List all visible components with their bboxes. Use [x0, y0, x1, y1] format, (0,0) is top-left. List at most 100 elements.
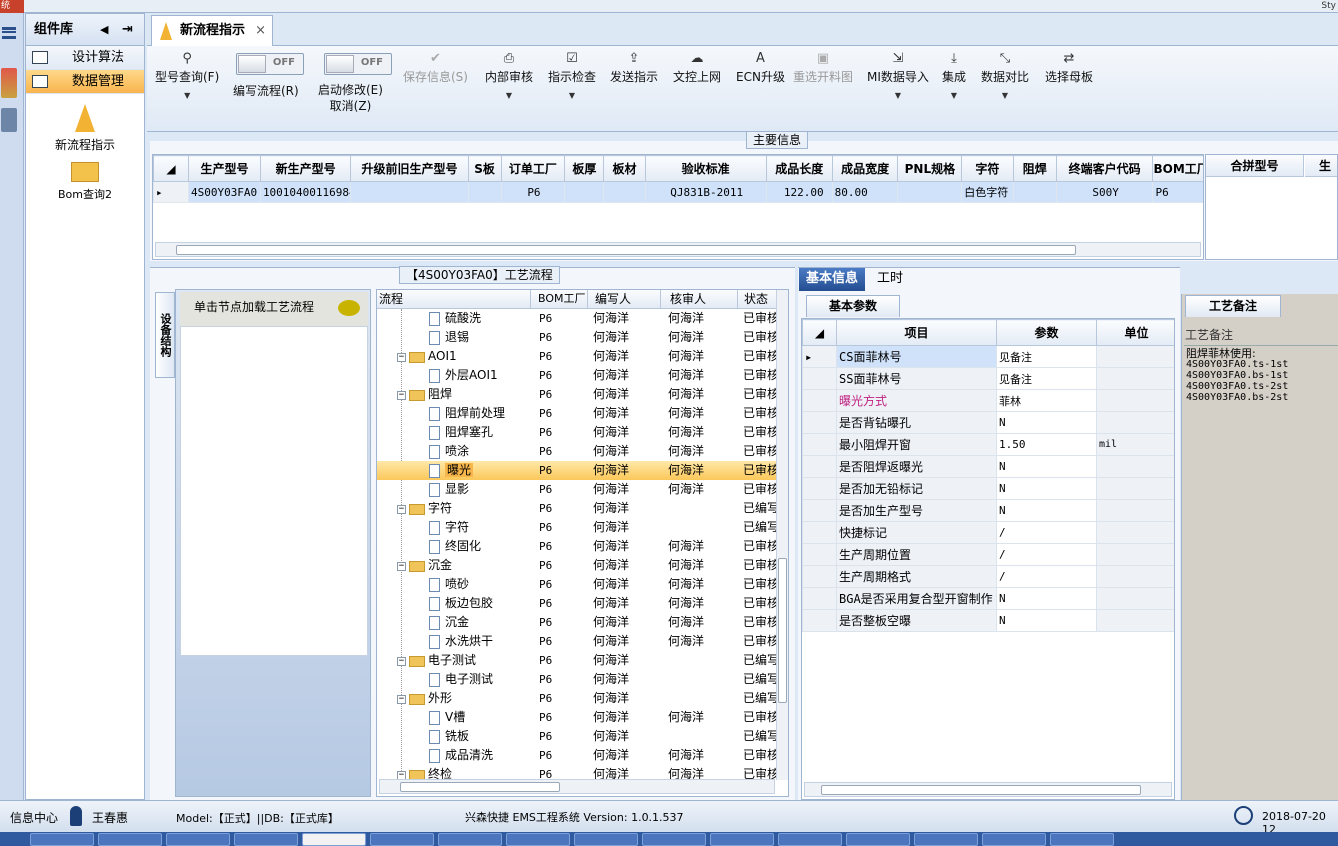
- table-cell[interactable]: QJ831B-2011: [644, 181, 767, 203]
- taskbar-button[interactable]: [778, 833, 842, 846]
- column-header[interactable]: BOM工厂: [532, 290, 588, 308]
- scroll-thumb[interactable]: [821, 785, 1141, 795]
- tree-item-row[interactable]: 显影 P6 何海洋 何海洋 已审核: [377, 480, 778, 499]
- tree-node[interactable]: 喷涂: [429, 442, 469, 461]
- tree-hscroll[interactable]: [379, 779, 775, 794]
- column-header[interactable]: 订单工厂: [500, 155, 566, 182]
- tab-process-remark[interactable]: 工艺备注: [1185, 295, 1281, 317]
- tree-item-row[interactable]: 曝光 P6 何海洋 何海洋 已审核: [377, 461, 778, 480]
- tree-node[interactable]: 显影: [429, 480, 469, 499]
- tree-node[interactable]: − AOI1: [397, 347, 457, 366]
- compare-button[interactable]: ⤡ 数据对比 ▼: [981, 50, 1029, 100]
- tree-node[interactable]: 水洗烘干: [429, 632, 493, 651]
- taskbar-button[interactable]: [982, 833, 1046, 846]
- column-header[interactable]: 单位: [1096, 319, 1174, 346]
- check-button[interactable]: ☑ 指示检查 ▼: [548, 50, 596, 100]
- table-cell[interactable]: [1012, 181, 1057, 203]
- tree-item-row[interactable]: 水洗烘干 P6 何海洋 何海洋 已审核: [377, 632, 778, 651]
- param-value[interactable]: /: [996, 521, 1097, 544]
- collapse-left-icon[interactable]: ◀: [100, 14, 108, 46]
- column-header[interactable]: 新生产型号: [259, 155, 352, 182]
- tree-node[interactable]: − 电子测试: [397, 651, 476, 670]
- table-cell[interactable]: [350, 181, 469, 203]
- taskbar-button[interactable]: [234, 833, 298, 846]
- param-row[interactable]: 是否背钻曝孔 N: [802, 411, 1174, 434]
- column-header[interactable]: PNL规格: [897, 155, 963, 182]
- table-row[interactable]: ▸ 4S00Y03FA0 10010400116984 P6 QJ831B-20…: [153, 181, 1203, 203]
- info-center-label[interactable]: 信息中心: [10, 809, 58, 826]
- tree-node[interactable]: − 字符: [397, 499, 452, 518]
- taskbar-button[interactable]: [506, 833, 570, 846]
- sidebar-item-data-management[interactable]: 数据管理: [26, 70, 144, 94]
- taskbar-button[interactable]: [370, 833, 434, 846]
- internal-review-button[interactable]: ⎙ 内部审核 ▼: [485, 50, 533, 100]
- tree-item-row[interactable]: 阻焊塞孔 P6 何海洋 何海洋 已审核: [377, 423, 778, 442]
- collapse-icon[interactable]: −: [397, 390, 406, 400]
- table-cell[interactable]: P6: [1152, 181, 1203, 203]
- scroll-thumb[interactable]: [176, 245, 1076, 255]
- menu-icon[interactable]: [2, 27, 16, 39]
- tree-node[interactable]: 电子测试: [429, 670, 493, 689]
- table-cell[interactable]: [603, 181, 646, 203]
- column-header[interactable]: 流程: [377, 290, 531, 308]
- param-row[interactable]: SS面菲林号 见备注: [802, 367, 1174, 390]
- column-header[interactable]: 编写人: [589, 290, 661, 308]
- table-cell[interactable]: P6: [500, 181, 566, 203]
- tree-node[interactable]: V槽: [429, 708, 465, 727]
- tree-folder-row[interactable]: − 沉金 P6 何海洋 何海洋 已审核: [377, 556, 778, 575]
- taskbar-button[interactable]: [438, 833, 502, 846]
- tree-item-row[interactable]: 硫酸洗 P6 何海洋 何海洋 已审核: [377, 309, 778, 328]
- tree-item-row[interactable]: 喷涂 P6 何海洋 何海洋 已审核: [377, 442, 778, 461]
- factory-icon[interactable]: [1, 68, 17, 98]
- param-value[interactable]: N: [996, 609, 1097, 632]
- tree-item-row[interactable]: 沉金 P6 何海洋 何海洋 已审核: [377, 613, 778, 632]
- param-value[interactable]: N: [996, 499, 1097, 522]
- collapse-icon[interactable]: −: [397, 770, 406, 779]
- param-value[interactable]: N: [996, 411, 1097, 434]
- tree-item-row[interactable]: 阻焊前处理 P6 何海洋 何海洋 已审核: [377, 404, 778, 423]
- tree-node[interactable]: − 外形: [397, 689, 452, 708]
- column-header[interactable]: 项目: [836, 319, 997, 346]
- collapse-icon[interactable]: −: [397, 656, 406, 666]
- taskbar-button[interactable]: [710, 833, 774, 846]
- table-cell[interactable]: 80.00: [831, 181, 899, 203]
- tree-node[interactable]: 阻焊前处理: [429, 404, 505, 423]
- param-value[interactable]: N: [996, 477, 1097, 500]
- column-header[interactable]: 成品宽度: [831, 155, 899, 182]
- param-row[interactable]: BGA是否采用复合型开窗制作 N: [802, 587, 1174, 610]
- column-header[interactable]: 升级前旧生产型号: [350, 155, 469, 182]
- taskbar-button[interactable]: [166, 833, 230, 846]
- tree-node[interactable]: 铣板: [429, 727, 469, 746]
- taskbar-button[interactable]: [30, 833, 94, 846]
- tree-node[interactable]: 成品清洗: [429, 746, 493, 765]
- tree-item-row[interactable]: 退锡 P6 何海洋 何海洋 已审核: [377, 328, 778, 347]
- column-header[interactable]: BOM工厂: [1152, 155, 1203, 182]
- table-cell[interactable]: 122.00: [765, 181, 833, 203]
- ecn-upgrade-button[interactable]: A ECN升级: [736, 50, 785, 85]
- column-header[interactable]: 验收标准: [644, 155, 767, 182]
- taskbar-button[interactable]: [914, 833, 978, 846]
- new-flow-shortcut[interactable]: 新流程指示: [26, 104, 144, 153]
- params-hscroll[interactable]: [804, 782, 1172, 797]
- upload-button[interactable]: ☁ 文控上网: [673, 50, 721, 85]
- tree-node[interactable]: − 终检: [397, 765, 452, 779]
- mi-import-button[interactable]: ⇲ MI数据导入 ▼: [867, 50, 929, 100]
- close-icon[interactable]: ×: [255, 16, 266, 46]
- param-row[interactable]: 是否阻焊返曝光 N: [802, 455, 1174, 478]
- send-button[interactable]: ⇪ 发送指示: [610, 50, 658, 85]
- param-value[interactable]: 菲林: [996, 389, 1097, 412]
- tools-icon[interactable]: [1, 108, 17, 132]
- column-header[interactable]: 终端客户代码: [1055, 155, 1154, 182]
- tree-node[interactable]: 阻焊塞孔: [429, 423, 493, 442]
- tree-item-row[interactable]: 铣板 P6 何海洋 已编写: [377, 727, 778, 746]
- taskbar-button[interactable]: [642, 833, 706, 846]
- tab-basic-params[interactable]: 基本参数: [806, 295, 900, 317]
- scroll-thumb[interactable]: [400, 782, 560, 792]
- tree-node[interactable]: 终固化: [429, 537, 481, 556]
- param-value[interactable]: N: [996, 587, 1097, 610]
- pin-icon[interactable]: ⇥: [122, 14, 133, 46]
- table-cell[interactable]: [564, 181, 605, 203]
- collapse-icon[interactable]: −: [397, 504, 406, 514]
- tree-item-row[interactable]: 板边包胶 P6 何海洋 何海洋 已审核: [377, 594, 778, 613]
- write-flow-toggle[interactable]: OFF: [236, 53, 304, 75]
